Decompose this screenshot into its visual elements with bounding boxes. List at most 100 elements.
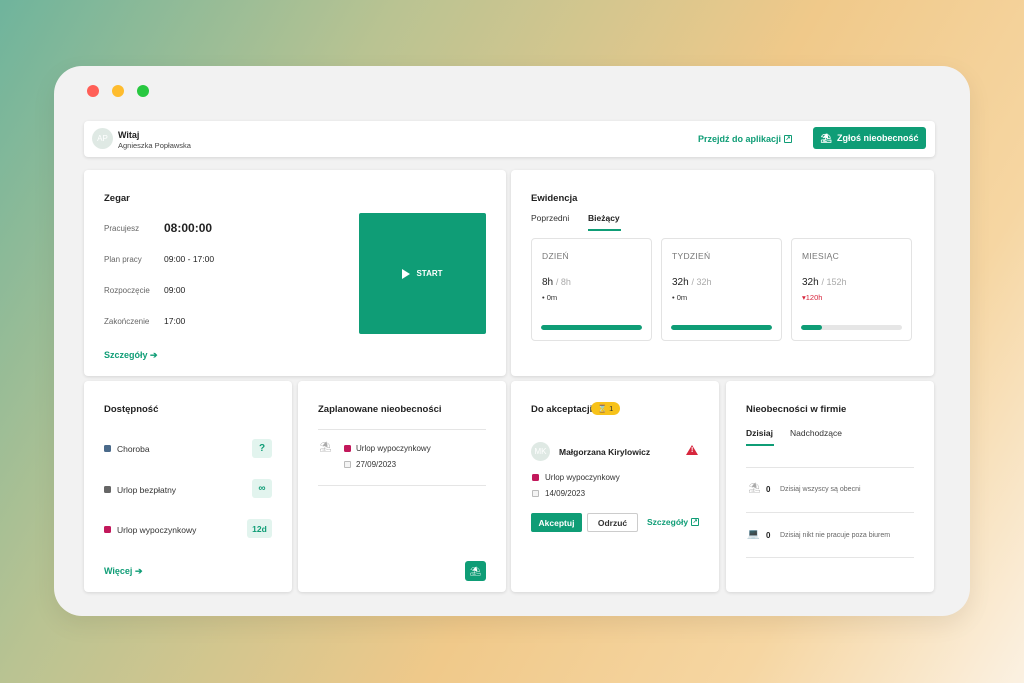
availability-item-label: Choroba bbox=[117, 444, 150, 454]
planned-item-type: Urlop wypoczynkowy bbox=[356, 444, 431, 453]
remote-count: 0 bbox=[766, 531, 771, 540]
category-color-swatch bbox=[532, 474, 539, 481]
clock-row-value: 09:00 bbox=[164, 285, 186, 295]
progress-bar bbox=[671, 325, 772, 330]
add-absence-button[interactable]: ⛱ bbox=[465, 561, 486, 581]
window-close-button[interactable] bbox=[87, 85, 99, 97]
clock-title: Zegar bbox=[104, 193, 130, 204]
reject-button[interactable]: Odrzuć bbox=[587, 513, 638, 532]
progress-bar bbox=[541, 325, 642, 330]
requester-name: Małgorzana Kirylowicz bbox=[559, 447, 651, 457]
calendar-icon bbox=[532, 490, 539, 497]
approval-details-link[interactable]: Szczegóły ↗ bbox=[647, 517, 700, 527]
external-link-icon: ↗ bbox=[691, 518, 700, 526]
stat-value: 32h / 152h bbox=[802, 277, 847, 288]
remote-text: Dzisiaj nikt nie pracuje poza biurem bbox=[780, 532, 891, 539]
absent-count: 0 bbox=[766, 485, 771, 494]
divider bbox=[318, 485, 486, 486]
clock-card: Zegar Pracujesz 08:00:00 Plan pracy 09:0… bbox=[84, 170, 506, 376]
clock-row-value: 09:00 - 17:00 bbox=[164, 254, 215, 264]
stat-month: MIESIĄC 32h / 152h ▾120h bbox=[791, 238, 912, 341]
window-minimize-button[interactable] bbox=[112, 85, 124, 97]
stat-value: 8h / 8h bbox=[542, 277, 571, 288]
category-color-swatch bbox=[104, 526, 111, 533]
divider bbox=[318, 429, 486, 430]
stat-week: TYDZIEŃ 32h / 32h • 0m bbox=[661, 238, 782, 341]
clock-row-label: Zakończenie bbox=[104, 317, 150, 326]
top-bar: AP Witaj Agnieszka Popławska Przejdź do … bbox=[84, 121, 935, 157]
start-button[interactable]: START bbox=[359, 213, 486, 334]
clock-worked-value: 08:00:00 bbox=[164, 221, 213, 235]
planned-item-date: 27/09/2023 bbox=[356, 460, 397, 469]
external-link-icon: ↗ bbox=[784, 135, 793, 143]
clock-details-link[interactable]: Szczegóły ➔ bbox=[104, 350, 158, 361]
report-absence-label: Zgłoś nieobecność bbox=[836, 133, 919, 143]
more-link[interactable]: Więcej ➔ bbox=[104, 566, 143, 577]
company-title: Nieobecności w firmie bbox=[746, 404, 847, 415]
clock-row-label: Rozpoczęcie bbox=[104, 286, 150, 295]
app-window: AP Witaj Agnieszka Popławska Przejdź do … bbox=[54, 66, 970, 616]
arrow-right-icon: ➔ bbox=[134, 566, 143, 576]
request-date: 14/09/2023 bbox=[545, 489, 586, 498]
availability-badge: ∞ bbox=[252, 479, 272, 498]
request-type: Urlop wypoczynkowy bbox=[545, 473, 620, 482]
clock-row-label: Plan pracy bbox=[104, 255, 142, 264]
palm-tree-icon: ⛱ bbox=[319, 442, 332, 453]
divider bbox=[746, 512, 914, 513]
tab-current[interactable]: Bieżący bbox=[588, 213, 620, 223]
avatar: AP bbox=[92, 128, 113, 149]
go-to-app-label: Przejdź do aplikacji bbox=[698, 134, 782, 144]
approval-title: Do akceptacji bbox=[531, 404, 593, 415]
divider bbox=[746, 467, 914, 468]
clock-row-value: 17:00 bbox=[164, 316, 186, 326]
greeting: Witaj bbox=[118, 130, 140, 140]
records-title: Ewidencja bbox=[531, 193, 578, 204]
hourglass-icon: ⌛ bbox=[597, 404, 608, 413]
category-color-swatch bbox=[104, 445, 111, 452]
availability-title: Dostępność bbox=[104, 404, 159, 415]
availability-badge: 12d bbox=[247, 519, 272, 538]
avatar: MK bbox=[531, 442, 550, 461]
stat-label: MIESIĄC bbox=[802, 251, 840, 261]
planned-title: Zaplanowane nieobecności bbox=[318, 404, 442, 415]
calendar-icon bbox=[344, 461, 351, 468]
accept-button[interactable]: Akceptuj bbox=[531, 513, 582, 532]
category-color-swatch bbox=[104, 486, 111, 493]
laptop-icon: 💻 bbox=[747, 529, 760, 540]
divider bbox=[746, 557, 914, 558]
user-name: Agnieszka Popławska bbox=[118, 141, 191, 150]
beach-umbrella-icon: ⛱ bbox=[469, 565, 482, 576]
play-icon bbox=[402, 268, 411, 279]
stat-day: DZIEŃ 8h / 8h • 0m bbox=[531, 238, 652, 341]
tab-today[interactable]: Dzisiaj bbox=[746, 428, 773, 438]
beach-umbrella-icon: ⛱ bbox=[820, 132, 832, 143]
warning-mark: ! bbox=[691, 447, 694, 454]
tab-upcoming[interactable]: Nadchodzące bbox=[790, 428, 842, 438]
company-absences-card: Nieobecności w firmie Dzisiaj Nadchodząc… bbox=[726, 381, 934, 592]
stat-label: DZIEŃ bbox=[542, 251, 569, 261]
start-label: START bbox=[416, 269, 443, 278]
records-card: Ewidencja Poprzedni Bieżący DZIEŃ 8h / 8… bbox=[511, 170, 934, 376]
stat-value: 32h / 32h bbox=[672, 277, 712, 288]
palm-tree-icon: ⛱ bbox=[748, 483, 761, 494]
approval-card: Do akceptacji ⌛ 1 MK Małgorzana Kirylowic… bbox=[511, 381, 719, 592]
stat-diff: • 0m bbox=[542, 293, 558, 302]
progress-bar bbox=[801, 325, 902, 330]
go-to-app-link[interactable]: Przejdź do aplikacji ↗ bbox=[698, 134, 793, 144]
category-color-swatch bbox=[344, 445, 351, 452]
active-tab-indicator bbox=[588, 229, 621, 231]
planned-absences-card: Zaplanowane nieobecności ⛱ Urlop wypoczy… bbox=[298, 381, 506, 592]
window-maximize-button[interactable] bbox=[137, 85, 149, 97]
availability-item-label: Urlop wypoczynkowy bbox=[117, 525, 197, 535]
stat-diff: ▾120h bbox=[802, 293, 823, 302]
arrow-right-icon: ➔ bbox=[150, 350, 158, 360]
availability-badge: ? bbox=[252, 439, 272, 458]
availability-item-label: Urlop bezpłatny bbox=[117, 485, 177, 495]
report-absence-button[interactable]: ⛱ Zgłoś nieobecność bbox=[813, 127, 926, 149]
active-tab-indicator bbox=[746, 444, 774, 446]
clock-row-label: Pracujesz bbox=[104, 224, 140, 233]
availability-card: Dostępność Choroba ? Urlop bezpłatny ∞ U… bbox=[84, 381, 292, 592]
pending-count-badge: ⌛ 1 bbox=[591, 402, 620, 415]
tab-previous[interactable]: Poprzedni bbox=[531, 213, 569, 223]
absent-text: Dzisiaj wszyscy są obecni bbox=[780, 486, 861, 493]
